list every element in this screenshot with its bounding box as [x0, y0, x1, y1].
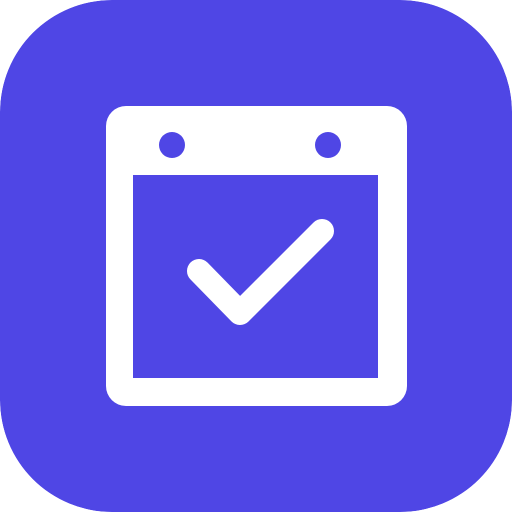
- calendar-body: [133, 175, 378, 378]
- calendar-ring-right: [315, 132, 341, 158]
- calendar-ring-left: [159, 132, 185, 158]
- app-icon[interactable]: [0, 0, 512, 512]
- calendar-check-icon: [0, 0, 512, 512]
